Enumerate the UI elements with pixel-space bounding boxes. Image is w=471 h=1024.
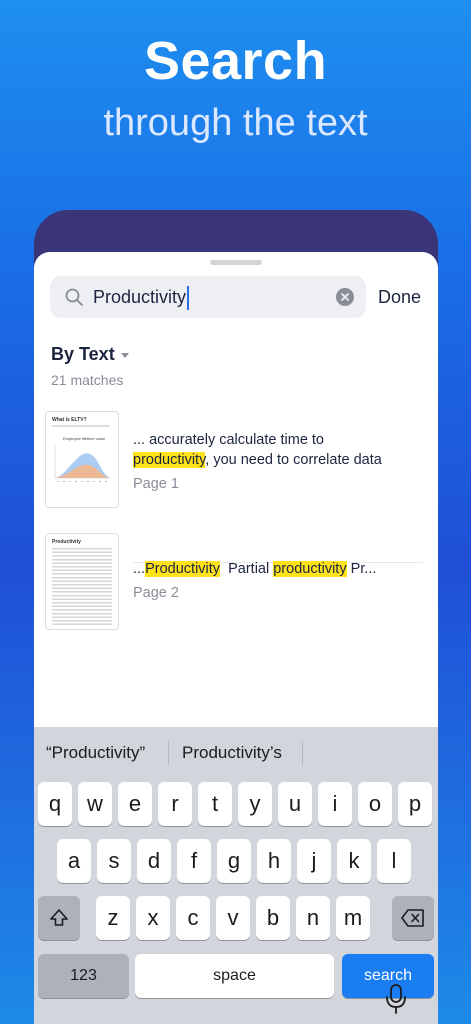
key-d[interactable]: d: [137, 839, 171, 883]
filter-label: By Text: [51, 344, 115, 364]
clear-icon[interactable]: [336, 288, 354, 306]
keyboard: “Productivity” Productivity’s q w e r t …: [34, 727, 438, 1024]
result-page: Page 1: [133, 476, 179, 492]
result-page: Page 2: [133, 585, 179, 601]
key-u[interactable]: u: [278, 782, 312, 826]
snippet-highlight: Productivity: [145, 561, 221, 577]
shift-icon: [50, 909, 68, 926]
shift-key[interactable]: [38, 896, 80, 940]
snippet-text: ...: [133, 561, 146, 577]
result-snippet: ...Productivity Partial productivity Pr.…: [133, 559, 423, 579]
chevron-down-icon: [120, 352, 129, 358]
suggestion-divider: [302, 741, 303, 765]
key-i[interactable]: i: [318, 782, 352, 826]
space-key[interactable]: space: [135, 954, 334, 998]
thumbnail-chart: [54, 444, 110, 482]
snippet-text: , you need to correlate data: [205, 452, 382, 468]
key-h[interactable]: h: [257, 839, 291, 883]
snippet-text: Partial: [220, 561, 274, 577]
suggestion-2[interactable]: Productivity’s: [182, 727, 282, 777]
hero-title: Search: [143, 31, 328, 91]
done-button[interactable]: Done: [378, 276, 421, 318]
thumbnail-chart-title: Employee lifetime value: [63, 436, 106, 441]
key-k[interactable]: k: [337, 839, 371, 883]
suggestion-1[interactable]: “Productivity”: [46, 727, 145, 777]
page-thumbnail: Productivity: [45, 533, 119, 630]
snippet-highlight: productivity: [273, 561, 347, 577]
search-icon: [65, 288, 83, 306]
search-sheet: Productivity Done By Text 21 matches Wha…: [34, 252, 438, 1024]
snippet-text: Pr...: [346, 561, 377, 577]
key-s[interactable]: s: [97, 839, 131, 883]
suggestion-bar: “Productivity” Productivity’s: [34, 727, 438, 777]
key-c[interactable]: c: [176, 896, 210, 940]
filter-dropdown[interactable]: By Text: [51, 344, 129, 365]
key-a[interactable]: a: [57, 839, 91, 883]
microphone-icon[interactable]: [384, 983, 408, 1015]
key-t[interactable]: t: [198, 782, 232, 826]
key-f[interactable]: f: [177, 839, 211, 883]
backspace-icon: [401, 909, 424, 927]
key-n[interactable]: n: [296, 896, 330, 940]
key-o[interactable]: o: [358, 782, 392, 826]
text-caret: [187, 286, 190, 311]
thumbnail-title: Productivity: [52, 539, 81, 545]
snippet-highlight: productivity: [133, 452, 206, 468]
key-b[interactable]: b: [256, 896, 290, 940]
thumbnail-text-lines: [52, 548, 112, 626]
key-w[interactable]: w: [78, 782, 112, 826]
search-input[interactable]: Productivity: [93, 276, 190, 318]
key-y[interactable]: y: [238, 782, 272, 826]
key-v[interactable]: v: [216, 896, 250, 940]
key-j[interactable]: j: [297, 839, 331, 883]
key-q[interactable]: q: [38, 782, 72, 826]
snippet-text: ... accurately calculate time to: [133, 432, 324, 448]
backspace-key[interactable]: [392, 896, 434, 940]
key-p[interactable]: p: [398, 782, 432, 826]
thumbnail-text-line: [52, 425, 110, 427]
search-query: Productivity: [93, 287, 187, 307]
numbers-key[interactable]: 123: [38, 954, 129, 998]
suggestion-divider: [168, 741, 169, 765]
sheet-grabber[interactable]: [210, 260, 262, 265]
key-r[interactable]: r: [158, 782, 192, 826]
key-e[interactable]: e: [118, 782, 152, 826]
search-field[interactable]: Productivity: [50, 276, 366, 318]
hero-subtitle: through the text: [103, 102, 368, 144]
thumbnail-title: What is ELTV?: [52, 417, 87, 423]
phone-frame: Productivity Done By Text 21 matches Wha…: [34, 210, 438, 1024]
match-count: 21 matches: [51, 372, 124, 388]
result-snippet: ... accurately calculate time to producti…: [133, 430, 423, 470]
key-g[interactable]: g: [217, 839, 251, 883]
key-z[interactable]: z: [96, 896, 130, 940]
key-x[interactable]: x: [136, 896, 170, 940]
key-m[interactable]: m: [336, 896, 370, 940]
key-l[interactable]: l: [377, 839, 411, 883]
page-thumbnail: What is ELTV? Employee lifetime value: [45, 411, 119, 508]
